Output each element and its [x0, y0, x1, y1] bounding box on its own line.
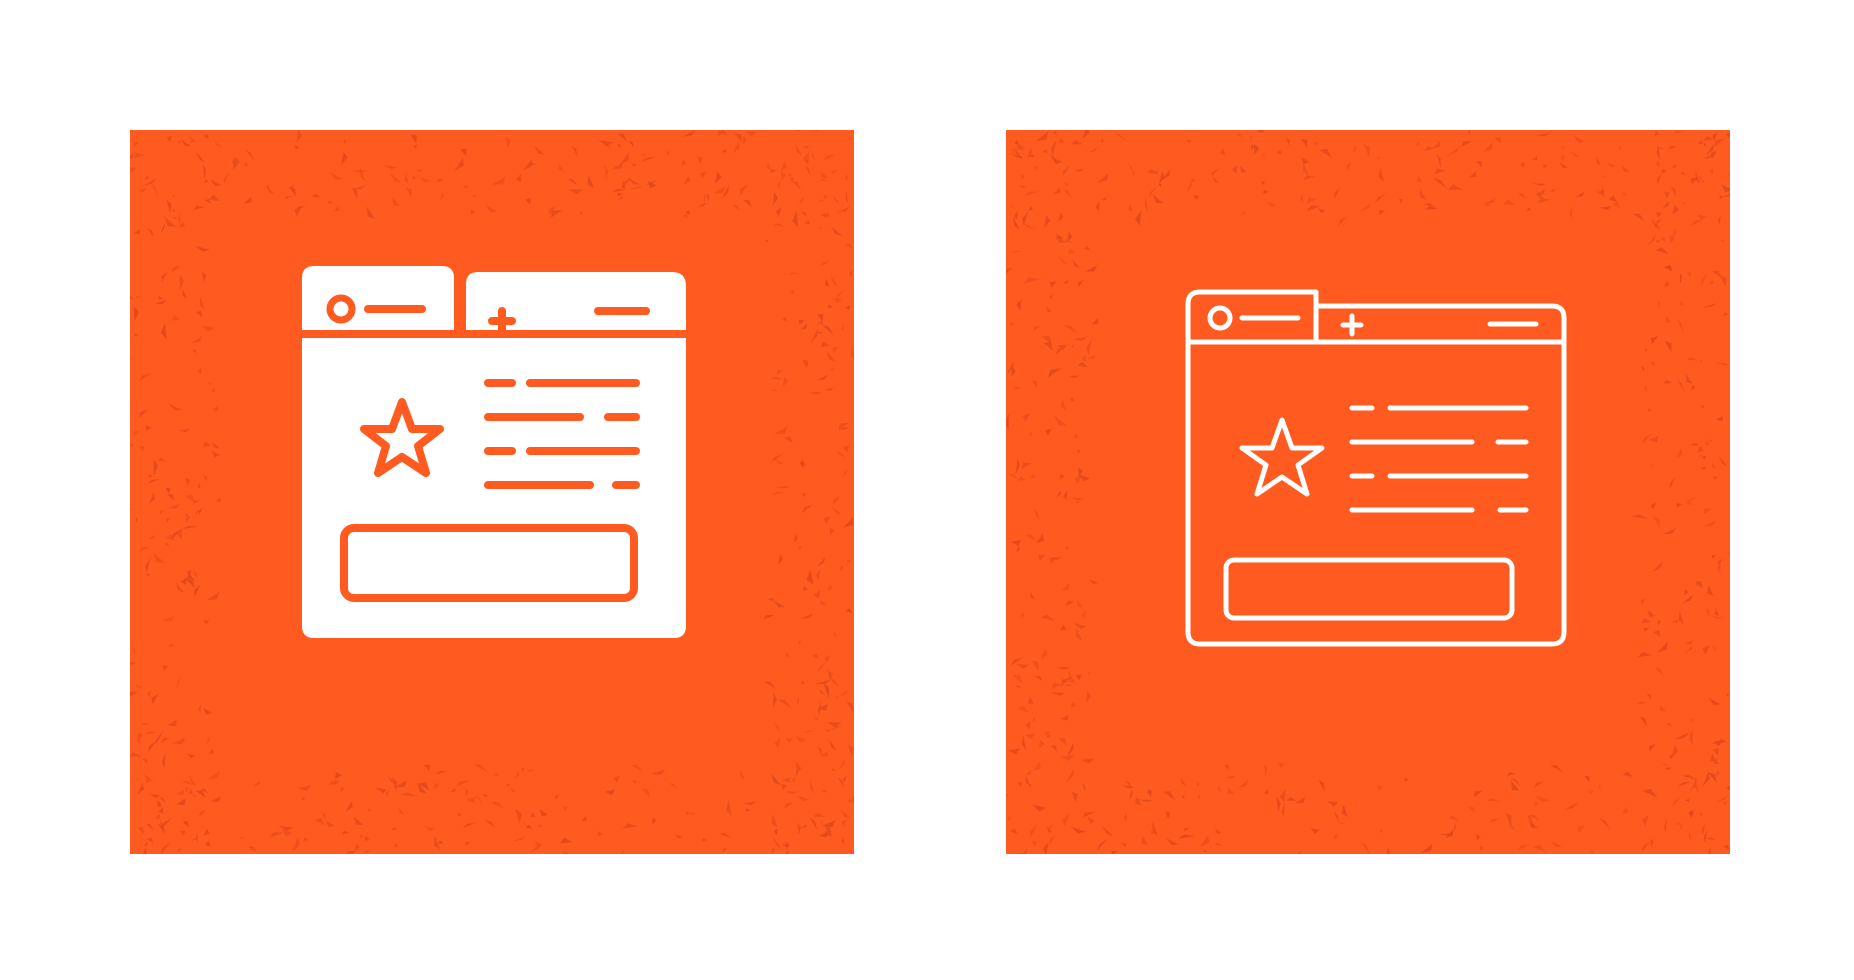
browser-window-glyph-icon	[302, 266, 686, 638]
line-tile-svg	[1006, 130, 1730, 854]
glyph-icon-tile	[130, 130, 854, 854]
icon-set-canvas	[0, 0, 1854, 980]
glyph-tile-svg	[130, 130, 854, 854]
active-tab-shape	[302, 266, 454, 330]
line-icon-tile	[1006, 130, 1730, 854]
tile-background	[1006, 130, 1730, 854]
